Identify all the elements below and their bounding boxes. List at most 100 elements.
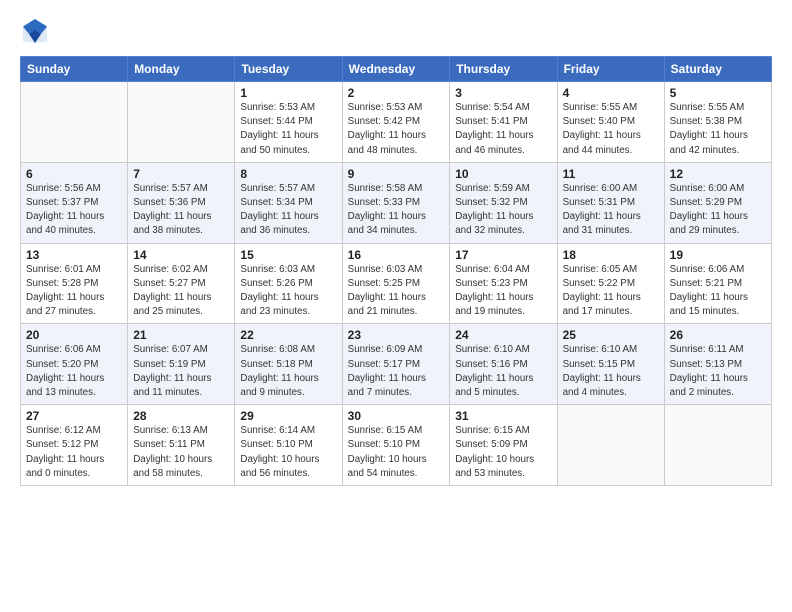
day-number: 21 [133,328,229,342]
day-info: Sunrise: 6:02 AMSunset: 5:27 PMDaylight:… [133,263,229,320]
day-number: 23 [348,328,445,342]
day-number: 11 [563,167,659,181]
calendar-cell: 19Sunrise: 6:06 AMSunset: 5:21 PMDayligh… [664,243,771,324]
day-number: 29 [240,409,336,423]
calendar-cell: 22Sunrise: 6:08 AMSunset: 5:18 PMDayligh… [235,324,342,405]
day-info: Sunrise: 6:15 AMSunset: 5:10 PMDaylight:… [348,424,445,481]
calendar-cell: 21Sunrise: 6:07 AMSunset: 5:19 PMDayligh… [128,324,235,405]
day-info: Sunrise: 6:10 AMSunset: 5:15 PMDaylight:… [563,343,659,400]
calendar-cell: 23Sunrise: 6:09 AMSunset: 5:17 PMDayligh… [342,324,450,405]
calendar-cell: 24Sunrise: 6:10 AMSunset: 5:16 PMDayligh… [450,324,557,405]
week-row-4: 20Sunrise: 6:06 AMSunset: 5:20 PMDayligh… [21,324,772,405]
day-info: Sunrise: 6:03 AMSunset: 5:26 PMDaylight:… [240,263,336,320]
day-number: 20 [26,328,122,342]
day-number: 7 [133,167,229,181]
day-info: Sunrise: 6:15 AMSunset: 5:09 PMDaylight:… [455,424,551,481]
calendar-cell: 28Sunrise: 6:13 AMSunset: 5:11 PMDayligh… [128,405,235,486]
day-number: 4 [563,86,659,100]
day-number: 19 [670,248,766,262]
day-number: 10 [455,167,551,181]
calendar-cell: 27Sunrise: 6:12 AMSunset: 5:12 PMDayligh… [21,405,128,486]
calendar-cell: 2Sunrise: 5:53 AMSunset: 5:42 PMDaylight… [342,82,450,163]
calendar-cell: 1Sunrise: 5:53 AMSunset: 5:44 PMDaylight… [235,82,342,163]
weekday-header-row: SundayMondayTuesdayWednesdayThursdayFrid… [21,57,772,82]
logo-icon [20,16,50,46]
weekday-monday: Monday [128,57,235,82]
calendar-cell: 31Sunrise: 6:15 AMSunset: 5:09 PMDayligh… [450,405,557,486]
day-number: 14 [133,248,229,262]
logo-area [20,16,56,46]
calendar-cell: 25Sunrise: 6:10 AMSunset: 5:15 PMDayligh… [557,324,664,405]
day-info: Sunrise: 6:07 AMSunset: 5:19 PMDaylight:… [133,343,229,400]
weekday-friday: Friday [557,57,664,82]
calendar-cell: 12Sunrise: 6:00 AMSunset: 5:29 PMDayligh… [664,162,771,243]
day-info: Sunrise: 5:53 AMSunset: 5:44 PMDaylight:… [240,101,336,158]
calendar-cell: 18Sunrise: 6:05 AMSunset: 5:22 PMDayligh… [557,243,664,324]
day-info: Sunrise: 5:55 AMSunset: 5:40 PMDaylight:… [563,101,659,158]
day-info: Sunrise: 5:57 AMSunset: 5:36 PMDaylight:… [133,182,229,239]
day-info: Sunrise: 6:05 AMSunset: 5:22 PMDaylight:… [563,263,659,320]
day-number: 15 [240,248,336,262]
day-number: 24 [455,328,551,342]
day-info: Sunrise: 6:10 AMSunset: 5:16 PMDaylight:… [455,343,551,400]
day-info: Sunrise: 6:06 AMSunset: 5:20 PMDaylight:… [26,343,122,400]
calendar-cell: 10Sunrise: 5:59 AMSunset: 5:32 PMDayligh… [450,162,557,243]
calendar-cell: 7Sunrise: 5:57 AMSunset: 5:36 PMDaylight… [128,162,235,243]
day-number: 6 [26,167,122,181]
calendar-table: SundayMondayTuesdayWednesdayThursdayFrid… [20,56,772,486]
calendar-cell: 15Sunrise: 6:03 AMSunset: 5:26 PMDayligh… [235,243,342,324]
day-info: Sunrise: 6:12 AMSunset: 5:12 PMDaylight:… [26,424,122,481]
day-number: 25 [563,328,659,342]
calendar-cell: 13Sunrise: 6:01 AMSunset: 5:28 PMDayligh… [21,243,128,324]
day-number: 12 [670,167,766,181]
calendar-cell: 26Sunrise: 6:11 AMSunset: 5:13 PMDayligh… [664,324,771,405]
day-info: Sunrise: 5:58 AMSunset: 5:33 PMDaylight:… [348,182,445,239]
calendar-cell [664,405,771,486]
weekday-sunday: Sunday [21,57,128,82]
weekday-wednesday: Wednesday [342,57,450,82]
week-row-3: 13Sunrise: 6:01 AMSunset: 5:28 PMDayligh… [21,243,772,324]
calendar-cell [128,82,235,163]
day-info: Sunrise: 6:14 AMSunset: 5:10 PMDaylight:… [240,424,336,481]
day-number: 18 [563,248,659,262]
day-info: Sunrise: 5:55 AMSunset: 5:38 PMDaylight:… [670,101,766,158]
calendar-cell: 30Sunrise: 6:15 AMSunset: 5:10 PMDayligh… [342,405,450,486]
day-info: Sunrise: 5:59 AMSunset: 5:32 PMDaylight:… [455,182,551,239]
calendar-cell [557,405,664,486]
day-number: 1 [240,86,336,100]
day-info: Sunrise: 6:01 AMSunset: 5:28 PMDaylight:… [26,263,122,320]
day-info: Sunrise: 6:08 AMSunset: 5:18 PMDaylight:… [240,343,336,400]
header-area [20,16,772,46]
day-info: Sunrise: 6:04 AMSunset: 5:23 PMDaylight:… [455,263,551,320]
day-info: Sunrise: 6:00 AMSunset: 5:29 PMDaylight:… [670,182,766,239]
day-info: Sunrise: 6:11 AMSunset: 5:13 PMDaylight:… [670,343,766,400]
day-number: 28 [133,409,229,423]
calendar-cell: 14Sunrise: 6:02 AMSunset: 5:27 PMDayligh… [128,243,235,324]
day-info: Sunrise: 6:03 AMSunset: 5:25 PMDaylight:… [348,263,445,320]
day-number: 5 [670,86,766,100]
day-info: Sunrise: 6:06 AMSunset: 5:21 PMDaylight:… [670,263,766,320]
calendar-cell: 3Sunrise: 5:54 AMSunset: 5:41 PMDaylight… [450,82,557,163]
day-number: 2 [348,86,445,100]
page: SundayMondayTuesdayWednesdayThursdayFrid… [0,0,792,612]
weekday-thursday: Thursday [450,57,557,82]
day-number: 13 [26,248,122,262]
calendar-cell: 20Sunrise: 6:06 AMSunset: 5:20 PMDayligh… [21,324,128,405]
day-info: Sunrise: 5:56 AMSunset: 5:37 PMDaylight:… [26,182,122,239]
calendar-cell: 5Sunrise: 5:55 AMSunset: 5:38 PMDaylight… [664,82,771,163]
day-number: 17 [455,248,551,262]
weekday-tuesday: Tuesday [235,57,342,82]
day-info: Sunrise: 5:54 AMSunset: 5:41 PMDaylight:… [455,101,551,158]
day-info: Sunrise: 5:53 AMSunset: 5:42 PMDaylight:… [348,101,445,158]
week-row-2: 6Sunrise: 5:56 AMSunset: 5:37 PMDaylight… [21,162,772,243]
day-info: Sunrise: 5:57 AMSunset: 5:34 PMDaylight:… [240,182,336,239]
week-row-1: 1Sunrise: 5:53 AMSunset: 5:44 PMDaylight… [21,82,772,163]
day-number: 30 [348,409,445,423]
day-info: Sunrise: 6:09 AMSunset: 5:17 PMDaylight:… [348,343,445,400]
calendar-cell: 9Sunrise: 5:58 AMSunset: 5:33 PMDaylight… [342,162,450,243]
calendar-cell [21,82,128,163]
day-number: 3 [455,86,551,100]
day-number: 31 [455,409,551,423]
calendar-cell: 8Sunrise: 5:57 AMSunset: 5:34 PMDaylight… [235,162,342,243]
week-row-5: 27Sunrise: 6:12 AMSunset: 5:12 PMDayligh… [21,405,772,486]
